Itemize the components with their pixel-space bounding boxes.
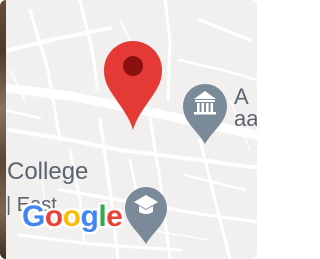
logo-letter: o bbox=[62, 200, 81, 233]
pin-center-dot bbox=[123, 56, 143, 76]
map-view[interactable]: College | East Aaa Google bbox=[0, 0, 257, 259]
logo-letter: o bbox=[44, 200, 63, 233]
logo-letter: G bbox=[22, 200, 45, 233]
google-logo: Google bbox=[22, 200, 123, 233]
place-label: College bbox=[7, 158, 89, 185]
poi-label: Aaa bbox=[234, 86, 257, 130]
poi-label-line2: aa bbox=[234, 106, 257, 131]
neighbor-thumbnail-edge bbox=[0, 0, 6, 259]
logo-letter: g bbox=[80, 200, 99, 233]
logo-letter: l bbox=[98, 200, 107, 233]
logo-letter: e bbox=[106, 200, 123, 233]
